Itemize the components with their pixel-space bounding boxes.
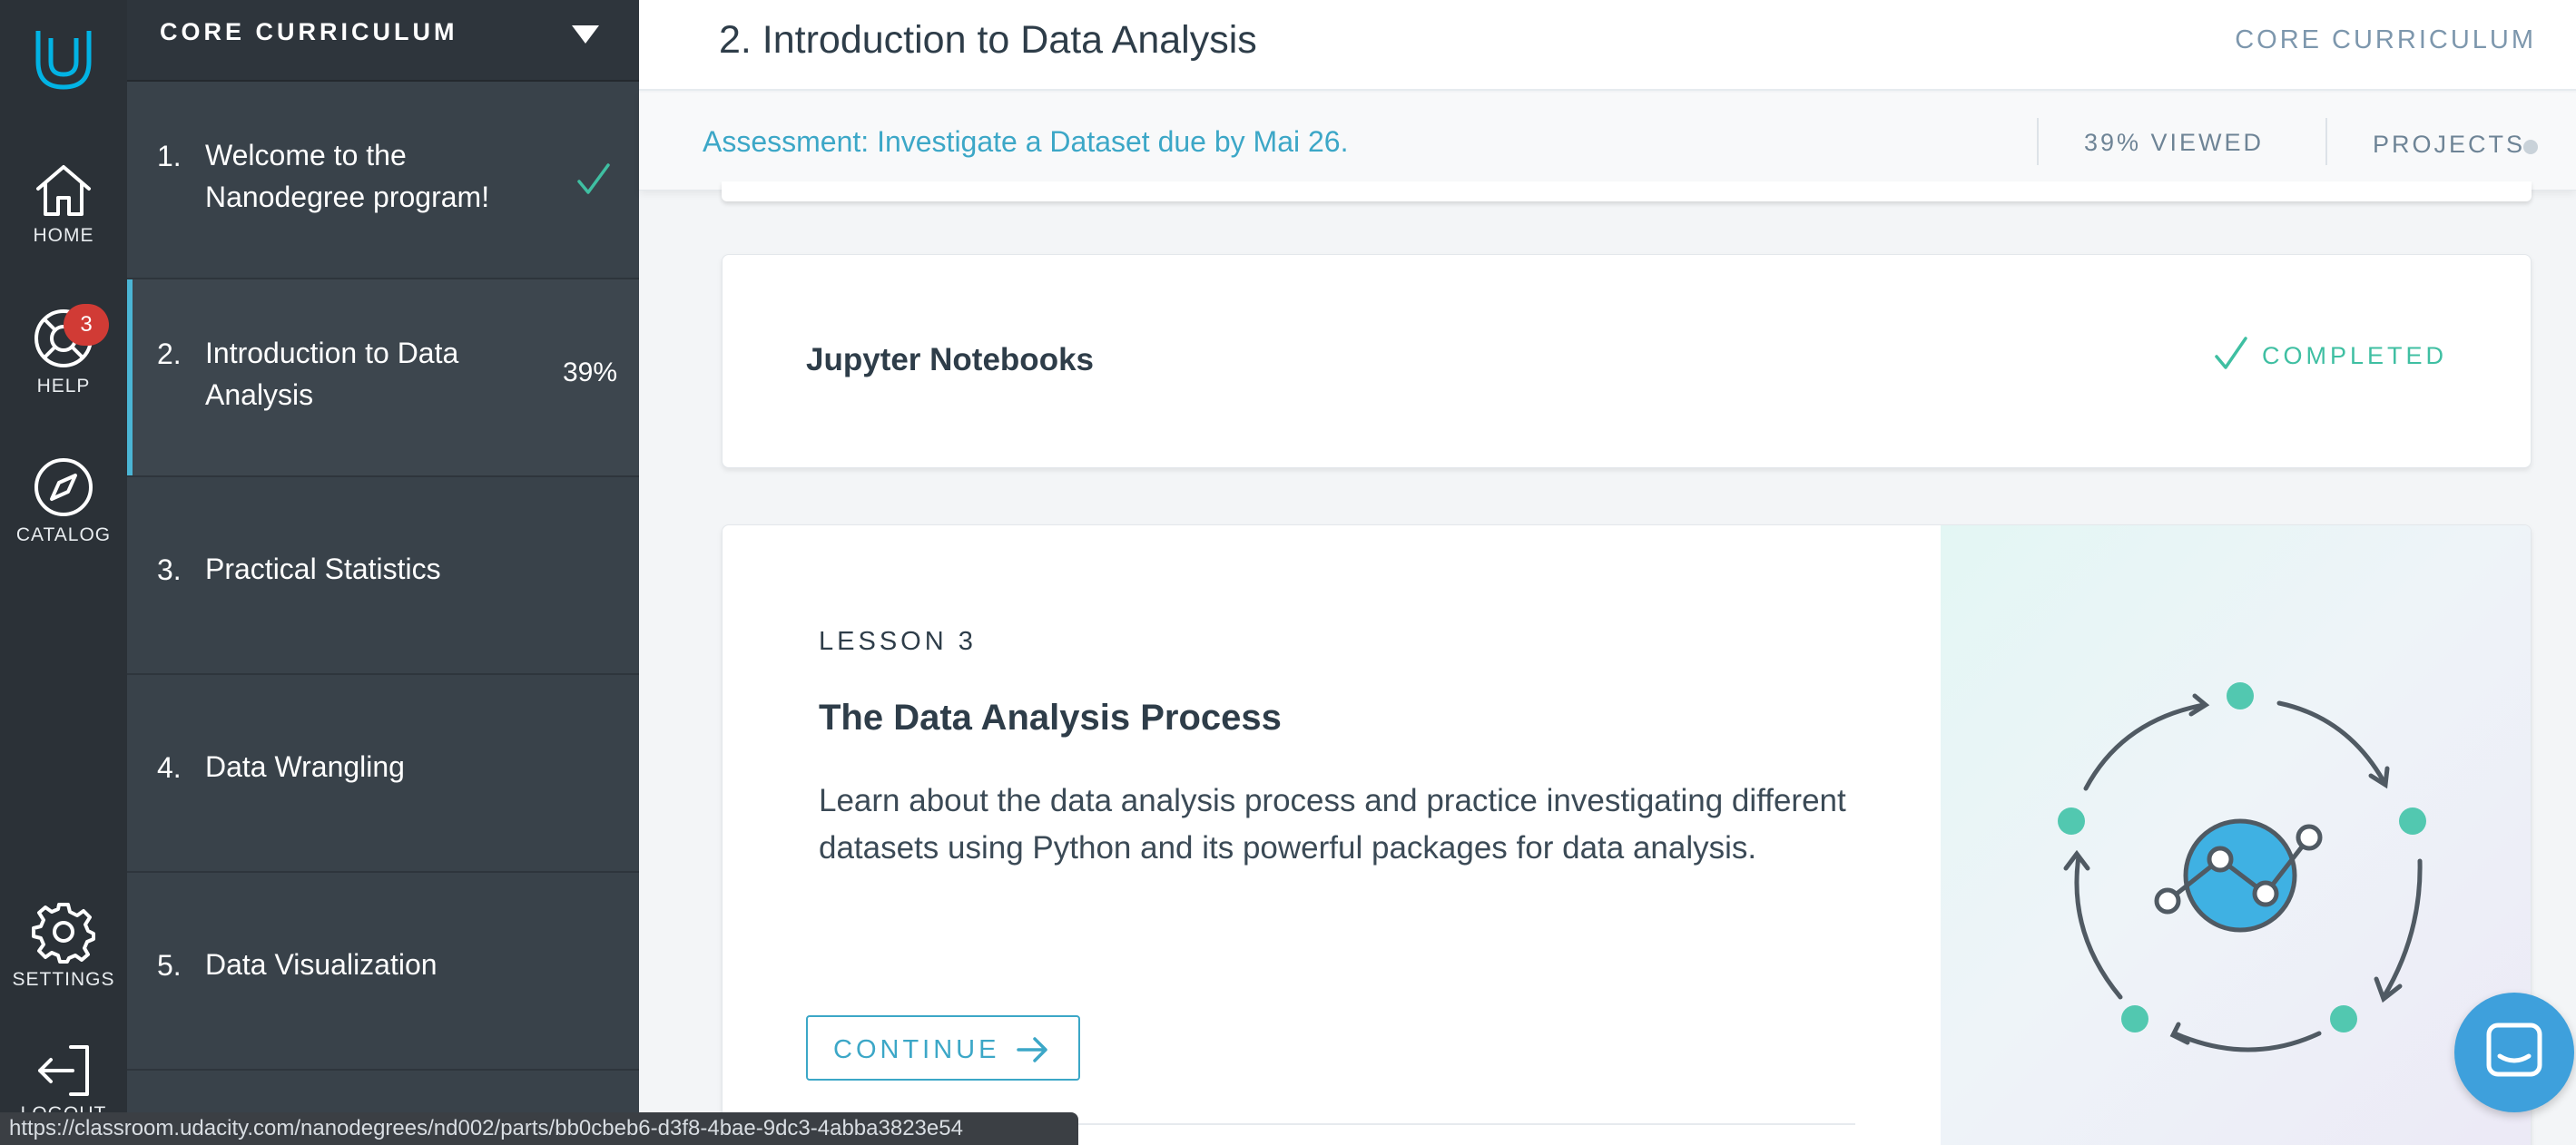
continue-label: CONTINUE: [833, 1035, 1000, 1064]
nav-catalog[interactable]: CATALOG: [0, 455, 127, 546]
nav-help[interactable]: 3 HELP: [0, 304, 127, 397]
help-label: HELP: [36, 376, 91, 396]
viewed-progress: 39% VIEWED: [2084, 129, 2265, 156]
nav-settings[interactable]: SETTINGS: [0, 900, 127, 991]
chat-bubble-icon: [2486, 1023, 2542, 1077]
nav-home[interactable]: HOME: [0, 161, 127, 247]
lesson-number: 5.: [157, 949, 182, 982]
home-label: HOME: [33, 225, 94, 246]
compass-icon: [34, 458, 93, 516]
lesson-kicker: LESSON 3: [819, 627, 977, 656]
checkmark-icon: [2215, 337, 2247, 369]
curriculum-selector[interactable]: CORE CURRICULUM: [127, 0, 639, 82]
status-url-tooltip: https://classroom.udacity.com/nanodegree…: [0, 1112, 1078, 1145]
data-analysis-cycle-icon: [2058, 682, 2426, 1052]
lesson-title: The Data Analysis Process: [819, 698, 1282, 738]
lesson-name: Practical Statistics: [205, 553, 441, 585]
curriculum-panel: CORE CURRICULUM 1. Welcome to the Nanode…: [127, 0, 639, 1145]
lesson-number: 3.: [157, 553, 182, 586]
sidebar-item-lesson-5[interactable]: 5. Data Visualization: [127, 873, 639, 1071]
concept-card-jupyter[interactable]: Jupyter Notebooks COMPLETED: [722, 254, 2532, 468]
lesson-name: Welcome to the Nanodegree program!: [205, 139, 490, 213]
page-header: 2. Introduction to Data Analysis CORE CU…: [639, 0, 2576, 91]
lesson-card: LESSON 3 The Data Analysis Process Learn…: [722, 524, 2532, 1145]
lesson-illustration: [1941, 525, 2531, 1145]
page-title: 2. Introduction to Data Analysis: [719, 18, 1257, 62]
lesson-number: 1.: [157, 140, 182, 172]
icon-rail: HOME 3 HELP CATALOG SETTINGS LOGOUT: [0, 0, 127, 1145]
lesson-number: 2.: [157, 338, 182, 370]
arrow-right-icon: [1017, 1037, 1047, 1062]
caret-down-icon: [572, 25, 599, 44]
gear-icon: [32, 903, 95, 964]
projects-link[interactable]: PROJECTS: [2373, 131, 2525, 159]
continue-button[interactable]: CONTINUE: [806, 1015, 1080, 1081]
divider: [2037, 118, 2039, 165]
previous-card-edge: [722, 181, 2532, 201]
settings-label: SETTINGS: [12, 969, 115, 990]
logout-icon: [38, 1045, 89, 1096]
help-notification-badge: 3: [64, 304, 109, 346]
lesson-name: Data Wrangling: [205, 750, 405, 783]
sidebar-item-lesson-1[interactable]: 1. Welcome to the Nanodegree program!: [127, 82, 639, 279]
checkmark-icon: [577, 163, 610, 194]
assessment-bar: Assessment: Investigate a Dataset due by…: [639, 93, 2576, 191]
lesson-progress: 39%: [562, 357, 617, 387]
concept-title: Jupyter Notebooks: [806, 342, 1094, 377]
lesson-number: 4.: [157, 751, 182, 784]
lesson-name: Introduction to Data Analysis: [205, 337, 459, 411]
core-curriculum-link[interactable]: CORE CURRICULUM: [2235, 25, 2536, 55]
catalog-label: CATALOG: [15, 524, 112, 545]
projects-status-dot: [2523, 140, 2538, 154]
assessment-link[interactable]: Assessment: Investigate a Dataset due by…: [703, 125, 1348, 159]
sidebar-item-lesson-4[interactable]: 4. Data Wrangling: [127, 675, 639, 873]
chat-launcher-button[interactable]: [2454, 993, 2574, 1112]
completed-status: COMPLETED: [2261, 342, 2447, 369]
lesson-name: Data Visualization: [205, 948, 438, 981]
home-icon: [36, 165, 91, 216]
curriculum-title: CORE CURRICULUM: [160, 18, 458, 45]
udacity-logo-icon[interactable]: [29, 25, 98, 94]
sidebar-item-lesson-3[interactable]: 3. Practical Statistics: [127, 477, 639, 675]
sidebar-item-lesson-2[interactable]: 2. Introduction to Data Analysis 39%: [127, 279, 639, 477]
divider: [2325, 118, 2327, 165]
lesson-description: Learn about the data analysis process an…: [819, 783, 1846, 866]
